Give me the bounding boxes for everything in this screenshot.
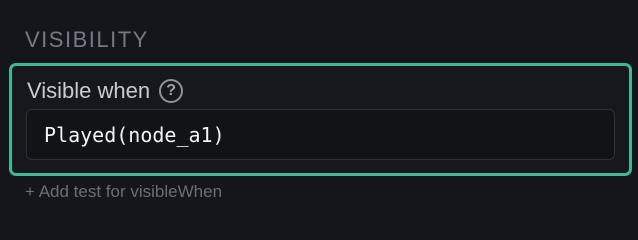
visible-when-label-row: Visible when ?	[27, 77, 184, 105]
add-test-link[interactable]: + Add test for visibleWhen	[25, 180, 222, 204]
section-title-visibility: VISIBILITY	[25, 27, 149, 52]
help-circle-icon[interactable]: ?	[159, 79, 184, 103]
visible-when-field: Visible when ? Played(node_a1)	[9, 63, 632, 176]
visible-when-expression-input[interactable]: Played(node_a1)	[26, 109, 615, 160]
visible-when-label: Visible when	[27, 78, 151, 103]
